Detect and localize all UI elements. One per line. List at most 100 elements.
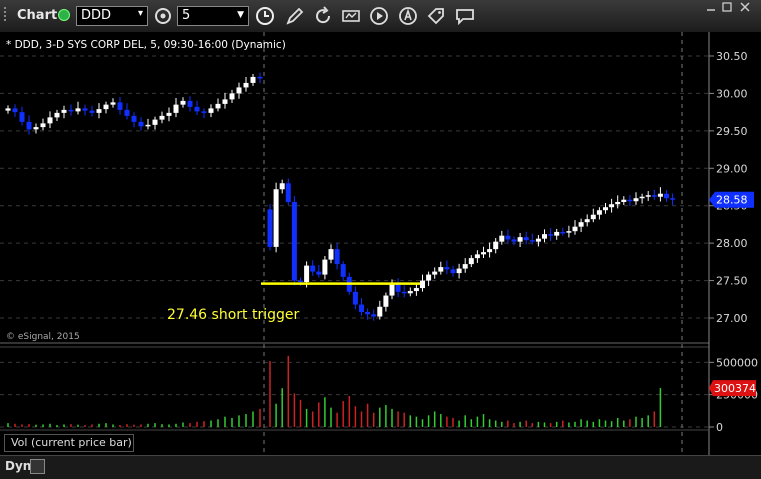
tag-icon[interactable] — [425, 5, 447, 27]
minimize-icon[interactable] — [706, 2, 716, 12]
candle-body — [523, 237, 529, 241]
volume-panel-label[interactable]: Vol (current price bar) — [4, 434, 134, 452]
last-volume-label: 300374 — [714, 382, 756, 395]
maximize-icon[interactable] — [722, 2, 732, 12]
volume-bar — [610, 421, 613, 427]
candle-body — [365, 312, 371, 315]
link-icon[interactable] — [152, 5, 174, 27]
candle-body — [304, 265, 310, 283]
candle-body — [596, 210, 602, 215]
price-tick-label: 29.00 — [716, 162, 748, 175]
volume-bar — [427, 415, 430, 427]
volume-bar — [299, 399, 302, 427]
candle-body — [328, 249, 334, 260]
volume-bar — [562, 420, 564, 427]
symbol-dropdown-icon[interactable]: ▾ — [138, 8, 143, 19]
volume-bar — [452, 417, 454, 427]
study-icon[interactable] — [340, 5, 362, 27]
volume-bar — [311, 411, 314, 427]
volume-bar — [653, 411, 656, 427]
interval-dropdown-icon[interactable]: ▼ — [237, 10, 244, 20]
play-icon[interactable] — [368, 5, 390, 27]
candle-body — [61, 109, 67, 113]
volume-bar — [42, 424, 44, 427]
candle-body — [542, 234, 547, 239]
dyn-label[interactable]: Dyn — [5, 459, 31, 473]
candle-body — [47, 117, 53, 124]
interval-input[interactable]: 5 ▼ — [177, 6, 249, 26]
comment-icon[interactable] — [454, 5, 476, 27]
candle-body — [75, 108, 81, 112]
grip-icon[interactable] — [4, 7, 11, 21]
volume-bar — [372, 412, 375, 427]
volume-bar — [70, 424, 72, 427]
candle-body — [145, 124, 151, 127]
candle-body — [535, 238, 541, 242]
price-tick-label: 30.50 — [716, 50, 748, 63]
candle-body — [621, 199, 627, 202]
volume-bar — [182, 422, 184, 427]
candle-body — [456, 268, 462, 274]
chart-title-label: Chart — [4, 7, 57, 27]
volume-bar — [35, 424, 37, 427]
volume-bar — [98, 423, 100, 427]
volume-bar — [555, 421, 558, 427]
volume-bar — [161, 424, 163, 427]
candle-body — [578, 222, 584, 227]
volume-bar — [623, 420, 625, 427]
volume-bar — [641, 417, 643, 427]
candle-body — [5, 108, 11, 111]
volume-tick-label: 0 — [716, 421, 723, 434]
volume-bar — [360, 411, 363, 427]
candle-body — [493, 241, 499, 250]
volume-bar — [196, 421, 198, 427]
refresh-icon[interactable] — [312, 5, 334, 27]
time-icon[interactable] — [254, 5, 276, 27]
candle-body — [103, 104, 109, 110]
candle-body — [33, 127, 39, 130]
candle-body — [401, 291, 407, 294]
candle-body — [670, 198, 676, 200]
candle-body — [639, 196, 645, 199]
toolbar: Chart DDD ▾ 5 ▼ — [0, 0, 761, 33]
candle-body — [89, 110, 95, 113]
volume-bar — [440, 414, 442, 427]
candle-body — [517, 237, 523, 242]
candle-body — [117, 102, 123, 110]
candle-body — [334, 249, 340, 265]
candle-body — [257, 76, 263, 79]
close-icon[interactable] — [740, 2, 750, 12]
candle-body — [462, 264, 468, 269]
candle-body — [633, 198, 639, 202]
candle-body — [152, 119, 158, 125]
symbol-input[interactable]: DDD ▾ — [76, 6, 148, 26]
volume-bar — [531, 423, 534, 427]
candle-body — [584, 219, 590, 223]
pencil-icon[interactable] — [284, 5, 306, 27]
candle-body — [468, 258, 474, 265]
last-volume-tag: 300374 — [709, 380, 756, 397]
candle-body — [291, 201, 297, 281]
candle-body — [54, 112, 60, 118]
candle-body — [173, 104, 179, 113]
candle-body — [548, 234, 554, 236]
candle-body — [194, 106, 200, 112]
volume-bar — [133, 424, 135, 427]
price-tick-label: 28.00 — [716, 237, 748, 250]
volume-tick-label: 500000 — [716, 356, 758, 369]
volume-bar — [519, 421, 521, 427]
candle-body — [298, 280, 303, 283]
candle-body — [474, 254, 480, 259]
price-tick-label: 30.00 — [716, 87, 748, 100]
candle-body — [590, 214, 596, 220]
volume-bar — [49, 423, 51, 427]
candle-body — [273, 189, 279, 247]
volume-bar — [293, 393, 296, 427]
dyn-settings-icon[interactable] — [30, 459, 45, 474]
volume-bar — [537, 421, 540, 427]
favorite-icon[interactable] — [397, 5, 419, 27]
volume-bar — [586, 420, 588, 427]
volume-bar — [647, 415, 649, 427]
candle-body — [560, 231, 566, 234]
price-tick-label: 27.50 — [716, 275, 748, 288]
